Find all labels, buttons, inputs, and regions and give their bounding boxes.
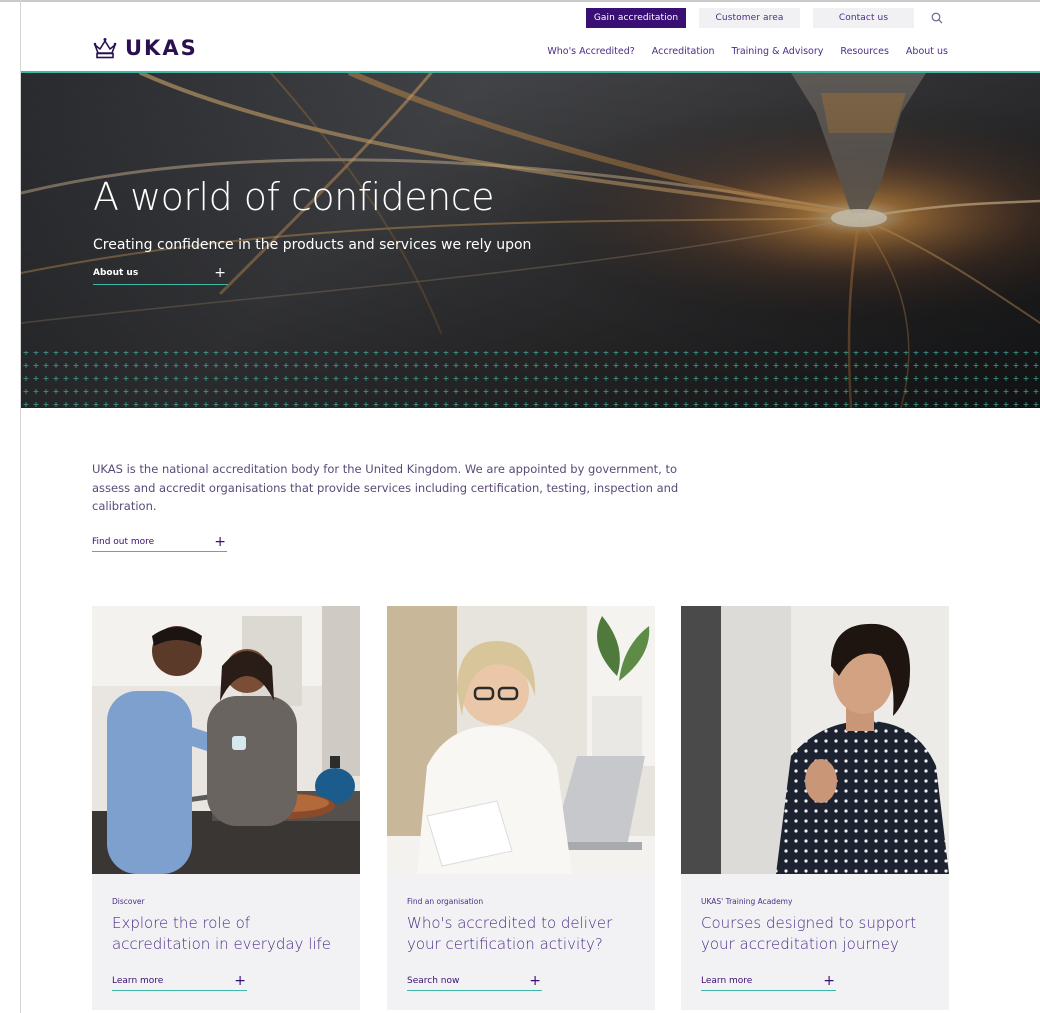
learn-more-link[interactable]: Learn more +: [112, 973, 247, 991]
nav-whos-accredited[interactable]: Who's Accredited?: [547, 46, 634, 57]
card-image-office-worker: [387, 606, 655, 874]
about-us-link[interactable]: About us +: [93, 265, 228, 285]
card-eyebrow: UKAS' Training Academy: [701, 897, 793, 906]
card-discover[interactable]: Discover Explore the role of accreditati…: [92, 606, 360, 1010]
page-frame-top: [0, 0, 1040, 2]
card-title: Courses designed to support your accredi…: [701, 914, 917, 953]
intro-text: UKAS is the national accreditation body …: [92, 462, 679, 513]
nav-about-us[interactable]: About us: [906, 46, 948, 57]
crown-icon: [93, 38, 117, 59]
customer-area-button[interactable]: Customer area: [699, 8, 800, 28]
plus-icon: +: [823, 973, 835, 989]
search-button[interactable]: [922, 8, 952, 28]
search-now-link[interactable]: Search now +: [407, 973, 542, 991]
plus-icon: +: [214, 265, 226, 281]
card-find-organisation[interactable]: Find an organisation Who's accredited to…: [387, 606, 655, 1010]
card-title: Explore the role of accreditation in eve…: [112, 914, 332, 953]
card-image-trainer: [681, 606, 949, 874]
main-nav: Who's Accredited? Accreditation Training…: [530, 46, 948, 57]
find-out-more-link[interactable]: Find out more +: [92, 534, 227, 552]
card-eyebrow: Discover: [112, 897, 145, 906]
find-out-more-label: Find out more: [92, 537, 155, 547]
learn-more-label: Learn more: [701, 976, 753, 986]
contact-us-button[interactable]: Contact us: [813, 8, 914, 28]
hero-title: A world of confidence: [93, 175, 495, 219]
plus-icon: +: [214, 534, 226, 550]
learn-more-label: Learn more: [112, 976, 164, 986]
search-now-label: Search now: [407, 976, 460, 986]
card-title: Who's accredited to deliver your certifi…: [407, 914, 613, 953]
hero-subtitle: Creating confidence in the products and …: [93, 237, 532, 253]
about-us-link-label: About us: [93, 268, 139, 278]
gain-accreditation-button[interactable]: Gain accreditation: [586, 8, 686, 28]
hero-banner: A world of confidence Creating confidenc…: [21, 73, 1040, 408]
logo-text: UKAS: [125, 36, 198, 60]
nav-resources[interactable]: Resources: [840, 46, 889, 57]
plus-icon: +: [234, 973, 246, 989]
search-icon: [931, 12, 943, 24]
plus-icon: +: [529, 973, 541, 989]
ukas-logo[interactable]: UKAS: [92, 36, 198, 60]
card-image-cooking: [92, 606, 360, 874]
nav-training-advisory[interactable]: Training & Advisory: [732, 46, 824, 57]
learn-more-link[interactable]: Learn more +: [701, 973, 836, 991]
card-training-academy[interactable]: UKAS' Training Academy Courses designed …: [681, 606, 949, 1010]
card-eyebrow: Find an organisation: [407, 897, 484, 906]
nav-accreditation[interactable]: Accreditation: [652, 46, 715, 57]
